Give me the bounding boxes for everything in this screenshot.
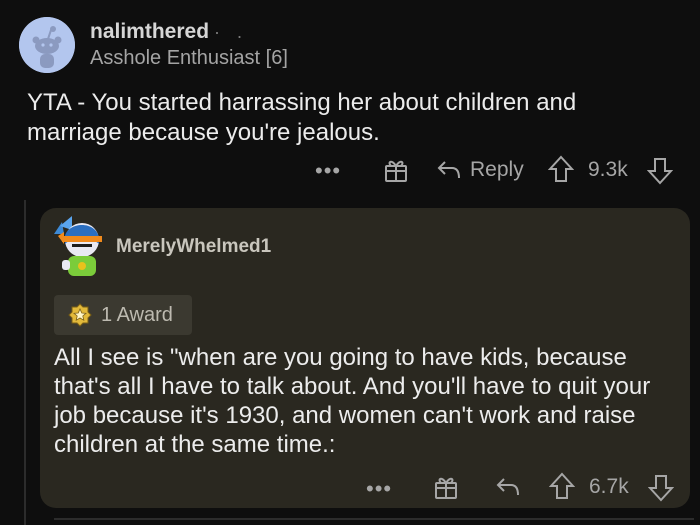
- vote-count: 9.3k: [588, 158, 628, 181]
- reply-arrow-icon[interactable]: [436, 158, 462, 188]
- thread-line[interactable]: [24, 200, 26, 525]
- snoo-avatar-icon: [19, 17, 75, 73]
- next-thread-line: [54, 518, 694, 520]
- custom-avatar-icon: [54, 216, 102, 276]
- more-options-button[interactable]: •••: [315, 158, 341, 184]
- reply-button[interactable]: Reply: [470, 158, 524, 182]
- user-flair: Asshole Enthusiast [6]: [90, 47, 288, 69]
- reply-more-options-button[interactable]: •••: [366, 476, 392, 502]
- upvote-arrow-icon[interactable]: [547, 155, 575, 189]
- reply-arrow-icon[interactable]: [495, 475, 521, 505]
- reply-vote-count: 6.7k: [589, 475, 629, 498]
- award-label: 1 Award: [101, 304, 173, 326]
- reply-body: All I see is "when are you going to have…: [54, 344, 651, 458]
- comment-body: YTA - You started harrassing her about c…: [27, 89, 577, 146]
- award-badge[interactable]: 1 Award: [54, 295, 192, 335]
- reply-username[interactable]: MerelyWhelmed1: [116, 236, 271, 258]
- comment-username[interactable]: nalimthered: [90, 20, 209, 44]
- gift-icon[interactable]: [383, 157, 409, 189]
- downvote-arrow-icon[interactable]: [646, 157, 674, 191]
- award-star-icon: [68, 303, 92, 327]
- reply-avatar[interactable]: [50, 214, 110, 280]
- username-separator: · .: [214, 22, 248, 42]
- upvote-arrow-icon[interactable]: [548, 472, 576, 506]
- gift-icon[interactable]: [433, 474, 459, 506]
- comment-avatar[interactable]: [19, 17, 75, 73]
- downvote-arrow-icon[interactable]: [647, 474, 675, 508]
